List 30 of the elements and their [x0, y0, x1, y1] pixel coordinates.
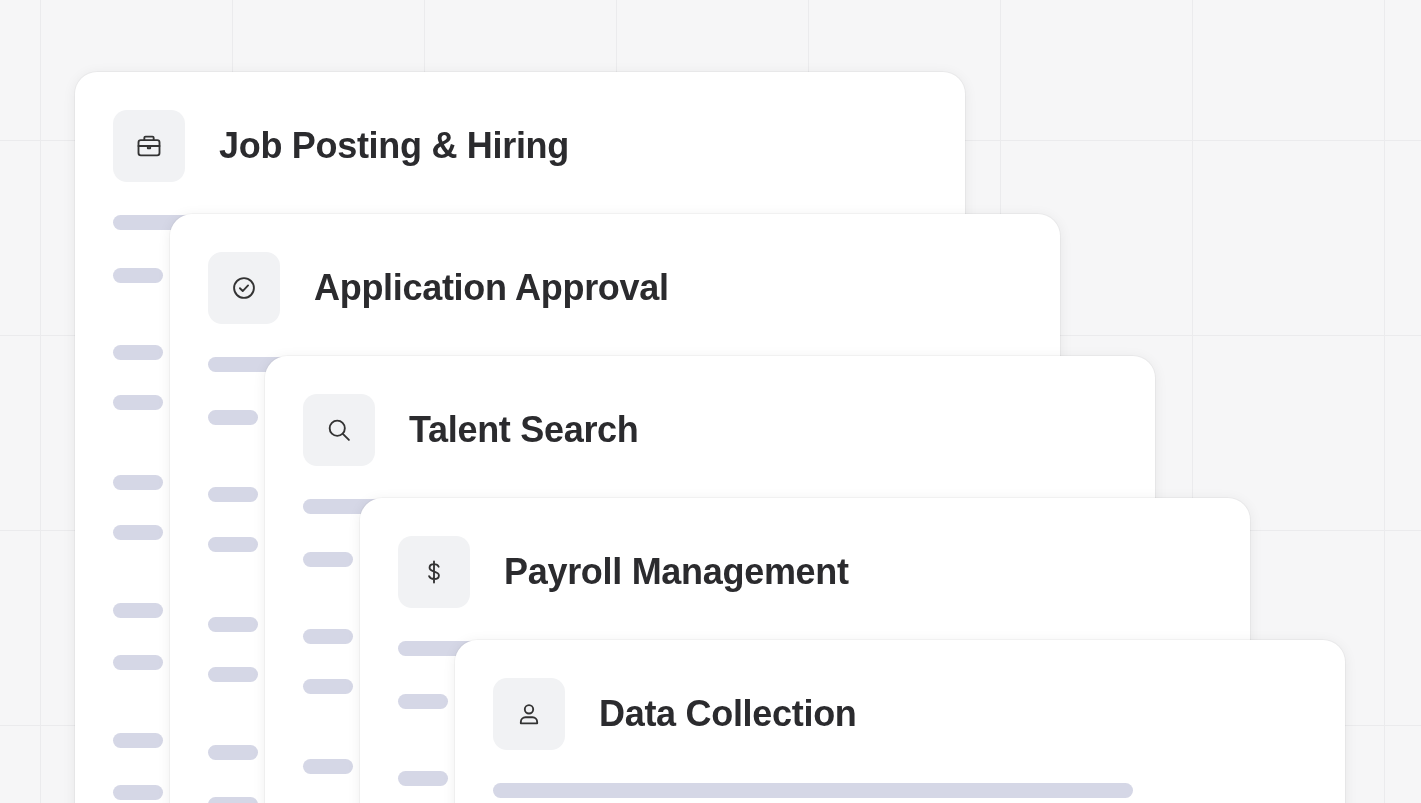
skeleton-line	[113, 785, 163, 800]
card-title: Talent Search	[409, 409, 639, 451]
skeleton-line	[208, 410, 258, 425]
skeleton-line	[208, 537, 258, 552]
card-title: Data Collection	[599, 693, 857, 735]
skeleton-line	[113, 345, 163, 360]
skeleton-line	[113, 475, 163, 490]
skeleton-line	[398, 771, 448, 786]
card-title: Job Posting & Hiring	[219, 125, 569, 167]
card-title: Payroll Management	[504, 551, 849, 593]
skeleton-line	[398, 694, 448, 709]
skeleton-line	[303, 629, 353, 644]
search-icon	[303, 394, 375, 466]
skeleton-line	[113, 733, 163, 748]
skeleton-line	[303, 552, 353, 567]
skeleton-line	[208, 745, 258, 760]
skeleton-line	[113, 603, 163, 618]
skeleton-line	[208, 667, 258, 682]
skeleton-line	[113, 395, 163, 410]
skeleton-line	[113, 525, 163, 540]
card-title: Application Approval	[314, 267, 669, 309]
skeleton-line	[208, 487, 258, 502]
skeleton-line	[303, 759, 353, 774]
dollar-icon	[398, 536, 470, 608]
person-icon	[493, 678, 565, 750]
skeleton-line	[208, 617, 258, 632]
briefcase-icon	[113, 110, 185, 182]
skeleton-line	[303, 679, 353, 694]
skeleton-line	[113, 268, 163, 283]
skeleton-line	[113, 655, 163, 670]
